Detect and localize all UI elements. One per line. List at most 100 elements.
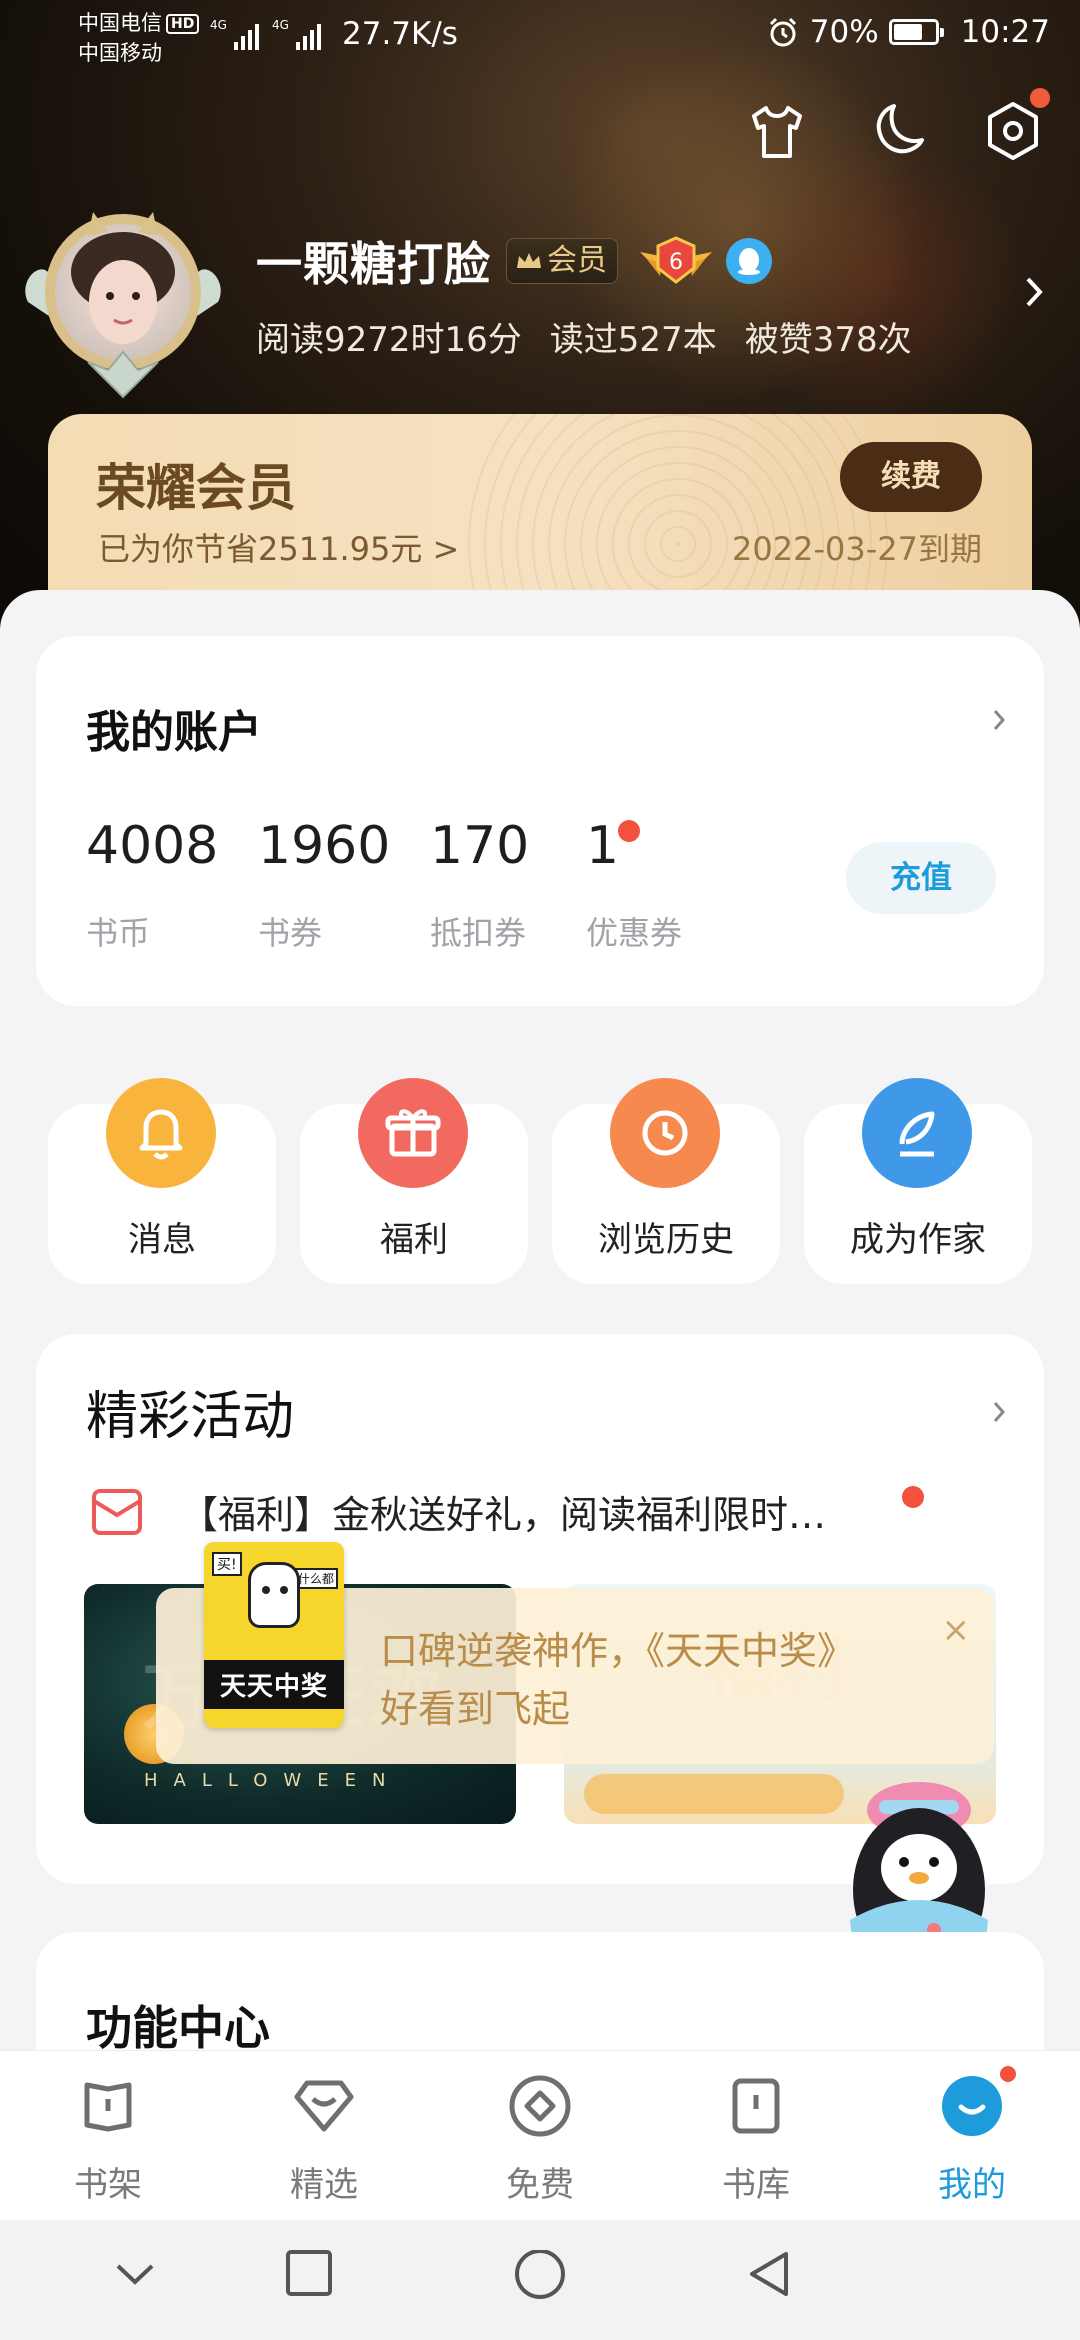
profile-chevron-icon[interactable] xyxy=(1024,275,1044,313)
me-notification-dot xyxy=(997,2063,1019,2085)
balance-label: 书券 xyxy=(258,914,323,952)
book-cover[interactable]: 买! 什么都 天天中奖 xyxy=(204,1542,344,1728)
hd-badge: HD xyxy=(166,14,200,34)
header-actions xyxy=(746,88,1050,162)
library-icon xyxy=(723,2073,789,2139)
network-speed: 27.7K/s xyxy=(342,16,458,52)
balance-value: 4008 xyxy=(86,816,219,876)
battery-icon xyxy=(888,19,944,45)
event-item[interactable]: 【福利】金秋送好礼，阅读福利限时… xyxy=(90,1484,826,1539)
shortcut-messages[interactable]: 消息 xyxy=(48,1078,276,1284)
back-icon[interactable] xyxy=(744,2250,794,2304)
popup-line-2: 好看到飞起 xyxy=(380,1687,571,1731)
reading-time: 阅读9272时16分 xyxy=(256,320,522,360)
balance-coins[interactable]: 4008 书币 xyxy=(86,816,258,954)
balance-value: 1960 xyxy=(258,816,391,876)
cover-tag: 什么都 xyxy=(293,1568,338,1589)
settings-notification-dot xyxy=(1030,88,1050,108)
coins-graphic xyxy=(584,1774,844,1814)
event-item-text: 【福利】金秋送好礼，阅读福利限时… xyxy=(180,1493,827,1537)
level-number: 6 xyxy=(669,250,683,275)
tab-library[interactable]: 书库 xyxy=(681,2073,831,2206)
envelope-icon xyxy=(92,1488,142,1535)
status-right: 70% 10:27 xyxy=(766,14,1050,50)
tab-bookshelf[interactable]: 书架 xyxy=(33,2073,183,2206)
balance-vouchers[interactable]: 1960 书券 xyxy=(258,816,430,954)
shortcut-row: 消息 福利 浏览历史 成为作家 xyxy=(48,1078,1032,1288)
balance-label: 优惠券 xyxy=(586,914,683,952)
account-title: 我的账户 xyxy=(86,707,262,758)
balance-value: 170 xyxy=(430,816,530,876)
balance-coupons[interactable]: 1 优惠券 xyxy=(586,816,746,954)
network-type-2: 4G xyxy=(272,18,289,32)
vip-card[interactable]: 荣耀会员 已为你节省2511.95元 > 续费 2022-03-27到期 xyxy=(48,414,1032,614)
clock: 10:27 xyxy=(960,14,1050,50)
home-icon[interactable] xyxy=(512,2249,568,2310)
account-card[interactable]: 我的账户 4008 书币 1960 书券 170 抵扣券 1 优惠券 充值 xyxy=(36,636,1044,1006)
balance-value: 1 xyxy=(586,816,620,876)
gift-icon xyxy=(358,1078,468,1188)
level-badge[interactable]: 6 xyxy=(636,234,716,294)
vip-expiry: 2022-03-27到期 xyxy=(732,530,982,568)
cover-character xyxy=(248,1562,300,1628)
tab-label: 书库 xyxy=(722,2165,790,2205)
coupon-notification-dot xyxy=(618,820,640,842)
bottom-tab-bar: 书架 精选 免费 书库 我的 xyxy=(0,2050,1080,2220)
shortcut-welfare[interactable]: 福利 xyxy=(300,1078,528,1284)
likes-count: 被赞378次 xyxy=(744,320,912,360)
pen-icon xyxy=(862,1078,972,1188)
banner-halloween-text: HALLOWEEN xyxy=(144,1770,402,1791)
avatar[interactable] xyxy=(18,192,228,407)
shortcut-label: 福利 xyxy=(380,1220,448,1260)
close-icon[interactable]: × xyxy=(942,1610,971,1650)
books-read: 读过527本 xyxy=(549,320,717,360)
chevron-down-icon[interactable] xyxy=(110,2250,160,2304)
renew-button[interactable]: 续费 xyxy=(840,442,982,512)
vip-card-pattern xyxy=(468,414,888,614)
profile-header: 中国电信 HD 中国移动 4G 4G 27.7K/s 70% 10:27 一颗糖… xyxy=(0,0,1080,640)
bookshelf-icon xyxy=(75,2073,141,2139)
network-type-1: 4G xyxy=(210,18,227,32)
carrier-1: 中国电信 xyxy=(78,11,162,35)
event-notification-dot xyxy=(902,1486,924,1508)
me-icon xyxy=(939,2063,1019,2139)
tab-label: 我的 xyxy=(938,2165,1006,2205)
vip-tag-label: 会员 xyxy=(547,243,607,278)
cover-title: 天天中奖 xyxy=(204,1660,344,1709)
recent-apps-icon[interactable] xyxy=(284,2250,334,2304)
bell-icon xyxy=(106,1078,216,1188)
qq-badge-icon[interactable] xyxy=(726,238,772,284)
account-chevron-icon[interactable] xyxy=(992,708,1006,736)
vip-savings-link[interactable]: 已为你节省2511.95元 > xyxy=(98,524,459,570)
username[interactable]: 一颗糖打脸 xyxy=(256,228,491,294)
system-navigation-bar xyxy=(0,2220,1080,2340)
featured-icon xyxy=(291,2073,357,2139)
tab-me[interactable]: 我的 xyxy=(897,2063,1047,2206)
tab-free[interactable]: 免费 xyxy=(465,2073,615,2206)
moon-icon[interactable] xyxy=(864,100,926,162)
shortcut-label: 浏览历史 xyxy=(598,1220,734,1260)
tab-label: 书架 xyxy=(74,2165,142,2205)
shirt-icon[interactable] xyxy=(746,100,808,162)
tab-featured[interactable]: 精选 xyxy=(249,2073,399,2206)
settings-icon[interactable] xyxy=(982,88,1050,162)
crown-icon xyxy=(517,253,541,268)
shortcut-history[interactable]: 浏览历史 xyxy=(552,1078,780,1284)
signal-icon-2 xyxy=(296,20,321,50)
balance-deduction[interactable]: 170 抵扣券 xyxy=(430,816,586,954)
tab-label: 精选 xyxy=(290,2165,358,2205)
tab-label: 免费 xyxy=(506,2165,574,2205)
vip-tag[interactable]: 会员 xyxy=(506,238,618,284)
balance-label: 书币 xyxy=(86,914,151,952)
shortcut-become-author[interactable]: 成为作家 xyxy=(804,1078,1032,1284)
cover-eye xyxy=(262,1586,270,1594)
carrier-2: 中国移动 xyxy=(78,41,162,65)
events-chevron-icon[interactable] xyxy=(992,1400,1006,1428)
alarm-icon xyxy=(769,17,796,47)
cover-eye xyxy=(280,1586,288,1594)
recharge-button[interactable]: 充值 xyxy=(846,842,996,914)
shortcut-label: 成为作家 xyxy=(850,1220,986,1260)
balance-label: 抵扣券 xyxy=(430,914,527,952)
free-icon xyxy=(507,2073,573,2139)
battery-percent: 70% xyxy=(809,14,879,50)
